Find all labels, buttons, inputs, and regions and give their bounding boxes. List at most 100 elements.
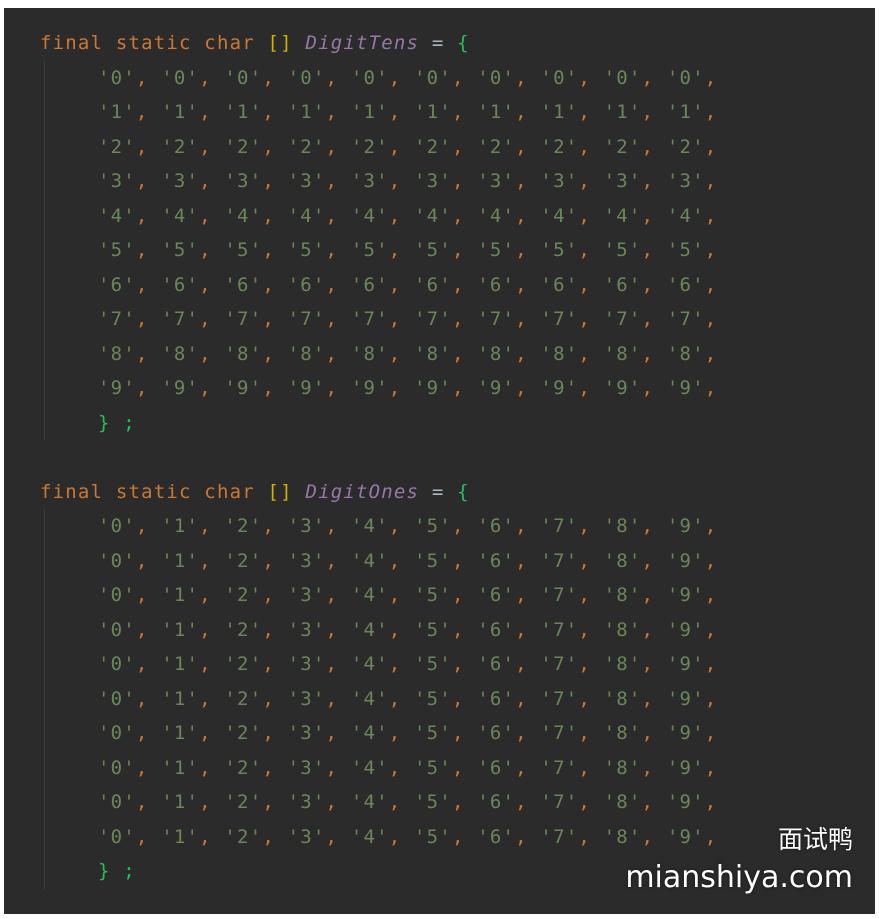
comma: , xyxy=(388,549,402,572)
comma: , xyxy=(135,204,149,227)
char-literal: '4' xyxy=(350,825,389,848)
char-value: 5 xyxy=(426,756,440,779)
comma: , xyxy=(451,239,465,261)
char-literal: '4' xyxy=(224,204,263,227)
comma: , xyxy=(388,618,402,641)
char-value: 1 xyxy=(173,618,187,641)
comma: , xyxy=(135,653,149,675)
char-value: 7 xyxy=(553,756,566,779)
comma: , xyxy=(325,342,339,365)
char-value: 8 xyxy=(616,618,629,641)
char-literal: '6' xyxy=(98,273,136,296)
char-literal: '3' xyxy=(666,170,705,192)
char-value: 2 xyxy=(363,135,377,158)
char-literal: '7' xyxy=(350,308,389,330)
char-value: 7 xyxy=(110,308,124,330)
comma: , xyxy=(199,377,212,399)
char-literal: '4' xyxy=(350,204,389,227)
char-value: 9 xyxy=(616,377,629,399)
char-value: 0 xyxy=(110,515,124,537)
char-literal: '1' xyxy=(161,618,200,641)
char-literal: '6' xyxy=(224,273,263,296)
comma: , xyxy=(451,135,465,158)
comma: , xyxy=(704,342,718,365)
char-literal: '3' xyxy=(287,170,326,192)
char-literal: '5' xyxy=(287,239,326,261)
char-value: 8 xyxy=(489,342,503,365)
char-literal: '6' xyxy=(477,791,516,813)
comma: , xyxy=(578,170,591,192)
char-value: 3 xyxy=(300,756,313,779)
char-value: 4 xyxy=(489,204,503,227)
comma: , xyxy=(451,170,465,192)
char-literal: '3' xyxy=(414,170,452,192)
comma: , xyxy=(199,204,212,227)
comma: , xyxy=(325,377,339,399)
char-literal: '9' xyxy=(666,377,705,399)
field-name: DigitTens xyxy=(305,32,420,54)
char-literal: '8' xyxy=(603,722,642,744)
comma: , xyxy=(451,342,465,365)
char-value: 5 xyxy=(489,239,503,261)
char-literal: '7' xyxy=(540,756,579,779)
comma: , xyxy=(388,66,402,89)
char-value: 1 xyxy=(173,549,187,572)
char-value: 4 xyxy=(553,204,566,227)
char-literal: '7' xyxy=(540,825,579,848)
comma: , xyxy=(325,170,339,192)
char-value: 9 xyxy=(679,515,693,537)
char-literal: '6' xyxy=(477,653,516,675)
open-brace: { xyxy=(457,480,470,503)
comma: , xyxy=(325,239,339,261)
comma: , xyxy=(451,308,465,330)
char-value: 8 xyxy=(616,342,629,365)
char-literal: '5' xyxy=(414,825,452,848)
comma: , xyxy=(199,653,212,675)
char-value: 4 xyxy=(363,791,377,813)
char-value: 0 xyxy=(300,66,313,89)
comma: , xyxy=(704,239,718,261)
char-literal: '5' xyxy=(540,239,579,261)
char-literal: '6' xyxy=(477,273,516,296)
char-literal: '0' xyxy=(350,66,389,89)
char-value: 1 xyxy=(110,101,124,123)
char-value: 5 xyxy=(553,239,566,261)
char-value: 1 xyxy=(489,101,503,123)
char-value: 9 xyxy=(173,377,187,399)
comma: , xyxy=(388,204,402,227)
char-value: 0 xyxy=(110,618,124,641)
comma: , xyxy=(515,756,528,779)
comma: , xyxy=(262,756,275,779)
char-value: 2 xyxy=(237,135,250,158)
char-literal: '1' xyxy=(666,101,705,123)
char-literal: '2' xyxy=(224,584,263,606)
char-literal: '1' xyxy=(161,584,200,606)
char-value: 8 xyxy=(173,342,187,365)
char-literal: '0' xyxy=(98,687,136,710)
array-row: '9', '9', '9', '9', '9', '9', '9', '9', … xyxy=(4,371,875,406)
char-value: 8 xyxy=(553,342,566,365)
char-literal: '9' xyxy=(350,377,389,399)
char-literal: '5' xyxy=(98,239,136,261)
comma: , xyxy=(199,722,212,744)
char-value: 0 xyxy=(679,66,693,89)
comma: , xyxy=(388,377,402,399)
comma: , xyxy=(199,687,212,710)
comma: , xyxy=(641,515,655,537)
code-area[interactable]: final static char [] DigitTens = {'0', '… xyxy=(4,26,875,889)
char-value: 9 xyxy=(679,756,693,779)
comma: , xyxy=(388,791,402,813)
char-literal: '4' xyxy=(350,756,389,779)
comma: , xyxy=(199,756,212,779)
char-value: 0 xyxy=(616,66,629,89)
code-editor[interactable]: final static char [] DigitTens = {'0', '… xyxy=(4,8,875,914)
comma: , xyxy=(325,791,339,813)
char-value: 9 xyxy=(553,377,566,399)
char-value: 9 xyxy=(489,377,503,399)
char-literal: '4' xyxy=(350,653,389,675)
char-literal: '2' xyxy=(224,722,263,744)
char-literal: '3' xyxy=(287,653,326,675)
comma: , xyxy=(388,687,402,710)
char-value: 2 xyxy=(426,135,440,158)
watermark-url: mianshiya.com xyxy=(625,860,853,895)
